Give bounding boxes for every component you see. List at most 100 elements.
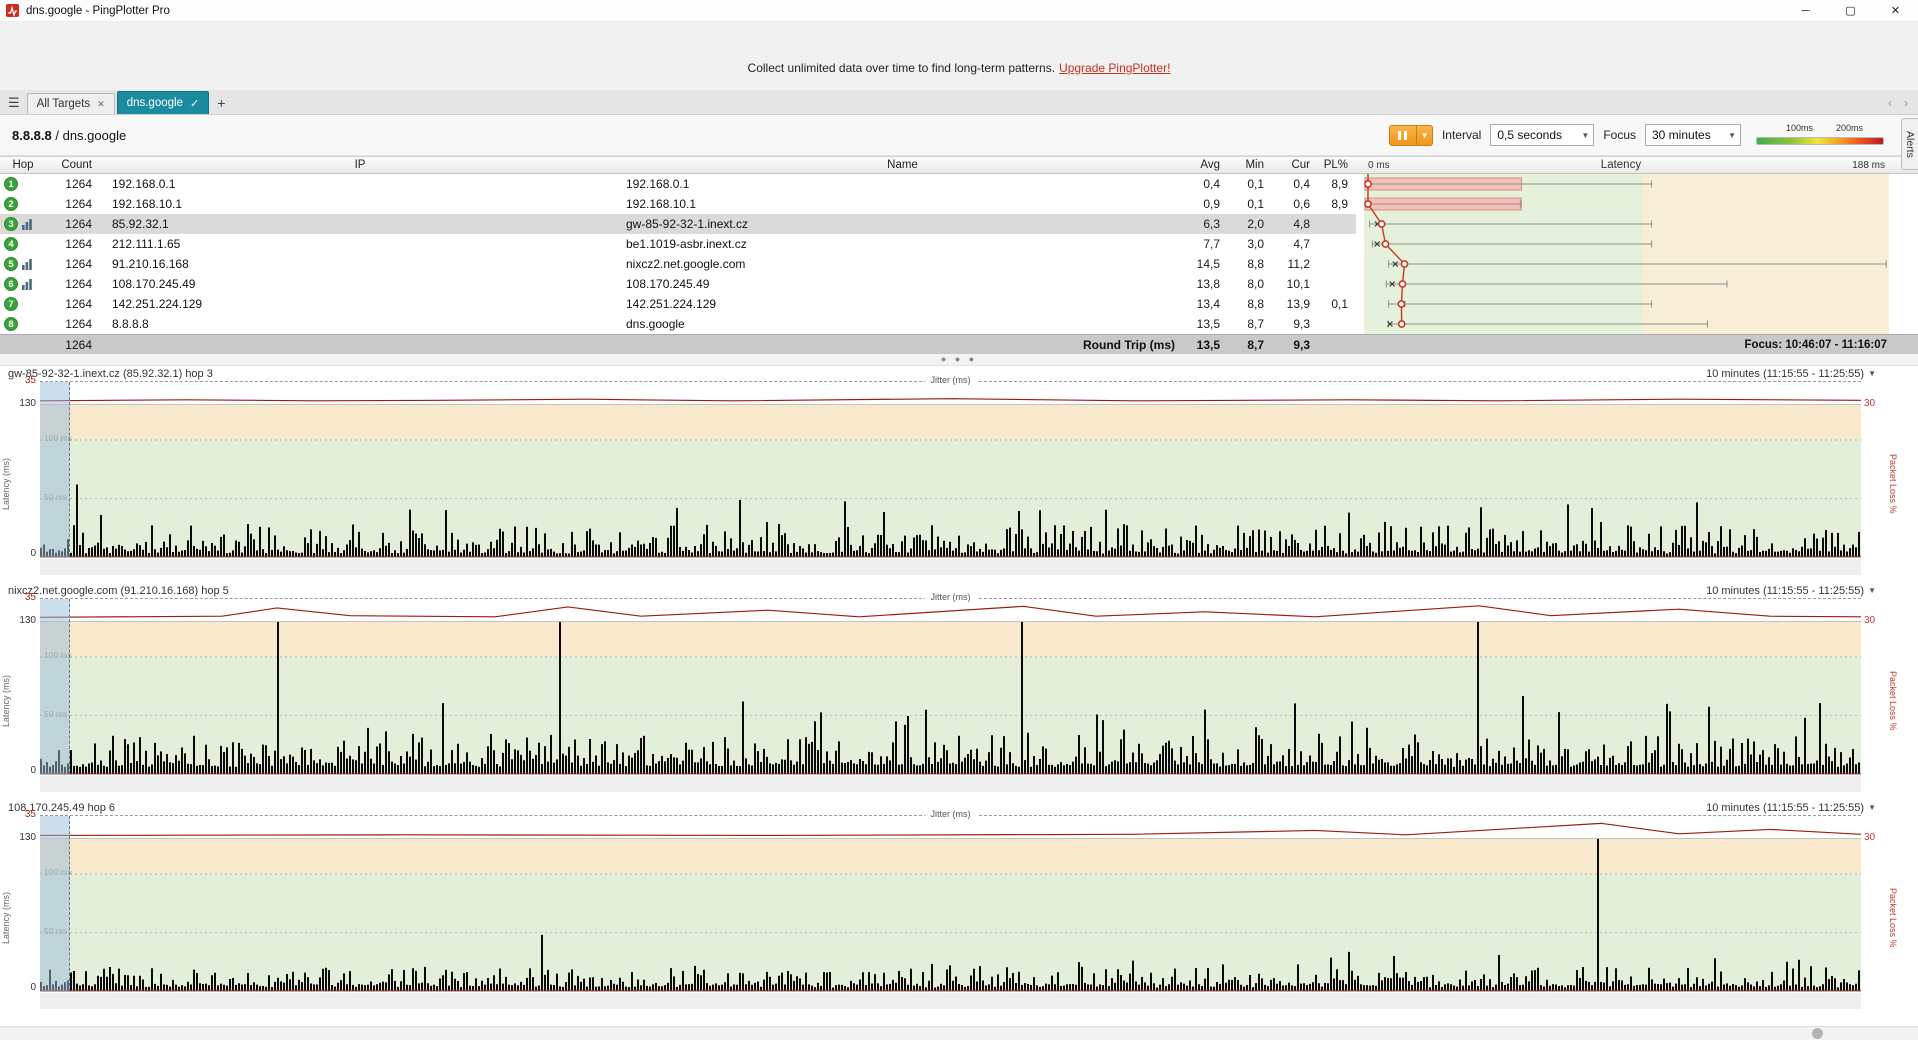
round-trip-cur: 9,3 — [1272, 338, 1318, 352]
interval-select[interactable]: 0,5 seconds ▼ — [1490, 124, 1594, 146]
maximize-button[interactable]: ▢ — [1828, 0, 1873, 21]
col-min[interactable]: Min — [1228, 159, 1272, 171]
hop-count: 1264 — [46, 297, 100, 311]
horizontal-scrollbar[interactable] — [0, 1026, 1918, 1040]
hop-ip: 85.92.32.1 — [100, 217, 620, 231]
col-avg[interactable]: Avg — [1185, 159, 1228, 171]
scrollbar-thumb[interactable] — [1812, 1028, 1823, 1039]
hop-ip: 142.251.224.129 — [100, 297, 620, 311]
hop-row[interactable]: 3 1264 85.92.32.1 gw-85-92-32-1.inext.cz… — [0, 214, 1918, 234]
graph-timescale-dropdown[interactable]: 10 minutes (11:15:55 - 11:25:55) ▼ — [1706, 368, 1876, 380]
focus-region[interactable] — [40, 816, 70, 991]
hop-min: 0,1 — [1228, 197, 1272, 211]
jitter-axis-label: Jitter (ms) — [925, 809, 977, 819]
hop-row[interactable]: 5 1264 91.210.16.168 nixcz2.net.google.c… — [0, 254, 1918, 274]
packet-loss-axis-label: Packet Loss % — [1888, 862, 1898, 974]
hop-row[interactable]: 4 1264 212.111.1.65 be1.1019-asbr.inext.… — [0, 234, 1918, 254]
tab-scroll-right-icon[interactable]: › — [1904, 96, 1908, 110]
menu-item[interactable] — [76, 31, 94, 37]
hop-min: 8,0 — [1228, 277, 1272, 291]
hop-cur: 9,3 — [1272, 317, 1318, 331]
time-axis — [40, 776, 1861, 792]
hop-ip: 212.111.1.65 — [100, 237, 620, 251]
graph-title: nixcz2.net.google.com (91.210.16.168) ho… — [8, 585, 229, 597]
menu-item[interactable] — [4, 31, 22, 37]
pause-dropdown-icon[interactable]: ▼ — [1417, 125, 1433, 146]
packet-loss-max-label: 30 — [1864, 398, 1884, 409]
graph-timescale-value: 10 minutes (11:15:55 - 11:25:55) — [1706, 802, 1864, 814]
col-count[interactable]: Count — [46, 159, 100, 171]
graph-timescale-dropdown[interactable]: 10 minutes (11:15:55 - 11:25:55) ▼ — [1706, 585, 1876, 597]
latency-timeline-plot[interactable]: 100 ms 50 ms — [40, 404, 1861, 558]
latency-axis-label: Latency (ms) — [1, 858, 11, 978]
hop-row[interactable]: 8 1264 8.8.8.8 dns.google 13,5 8,7 9,3 — [0, 314, 1918, 334]
hop-number-badge: 5 — [4, 257, 18, 271]
timeline-graph-panel: 108.170.245.49 hop 6 10 minutes (11:15:5… — [0, 800, 1918, 1017]
hop-avg: 6,3 — [1185, 217, 1228, 231]
col-cur[interactable]: Cur — [1272, 159, 1318, 171]
new-tab-button[interactable]: + — [211, 95, 233, 114]
hop-packet-loss: 0,1 — [1318, 297, 1356, 311]
tab-dns-google[interactable]: dns.google ✓ — [117, 91, 210, 114]
tab-all-targets[interactable]: All Targets ✕ — [27, 93, 115, 114]
jitter-axis-label: Jitter (ms) — [925, 375, 977, 385]
tab-menu-icon[interactable]: ☰ — [6, 95, 27, 114]
splitter-handle[interactable]: ● ● ● — [0, 354, 1918, 366]
col-latency[interactable]: 0 ms Latency 188 ms — [1364, 159, 1889, 171]
round-trip-min: 8,7 — [1228, 338, 1272, 352]
graph-timescale-dropdown[interactable]: 10 minutes (11:15:55 - 11:25:55) ▼ — [1706, 802, 1876, 814]
interval-value: 0,5 seconds — [1497, 128, 1578, 142]
col-hop[interactable]: Hop — [0, 159, 46, 171]
hop-name: be1.1019-asbr.inext.cz — [620, 237, 1185, 251]
hop-count: 1264 — [46, 197, 100, 211]
focus-select[interactable]: 30 minutes ▼ — [1645, 124, 1741, 146]
focus-range-text: Focus: 10:46:07 - 11:16:07 — [1364, 339, 1889, 351]
minimize-button[interactable]: ─ — [1783, 0, 1828, 21]
target-name: / dns.google — [52, 128, 126, 143]
jitter-max-label: 35 — [12, 375, 36, 386]
close-button[interactable]: ✕ — [1873, 0, 1918, 21]
menu-item[interactable] — [94, 31, 112, 37]
hop-min: 2,0 — [1228, 217, 1272, 231]
legend-gradient-bar — [1756, 137, 1884, 145]
latency-scale-max: 188 ms — [1852, 160, 1885, 171]
focus-region[interactable] — [40, 382, 70, 557]
col-ip[interactable]: IP — [100, 159, 620, 171]
hop-chart-icon[interactable] — [22, 259, 32, 270]
alerts-side-tab[interactable]: Alerts — [1901, 118, 1918, 170]
jitter-axis-label: Jitter (ms) — [925, 592, 977, 602]
target-ip: 8.8.8.8 — [12, 128, 52, 143]
tab-all-targets-label: All Targets — [37, 98, 90, 110]
hop-row[interactable]: 1 1264 192.168.0.1 192.168.0.1 0,4 0,1 0… — [0, 174, 1918, 194]
time-axis — [40, 993, 1861, 1009]
hop-number-badge: 3 — [4, 217, 18, 231]
legend-200ms-label: 200ms — [1836, 123, 1863, 133]
upgrade-link[interactable]: Upgrade PingPlotter! — [1059, 61, 1170, 75]
menu-item[interactable] — [40, 31, 58, 37]
hop-chart-icon[interactable] — [22, 219, 32, 230]
hop-row[interactable]: 2 1264 192.168.10.1 192.168.10.1 0,9 0,1… — [0, 194, 1918, 214]
hop-count: 1264 — [46, 237, 100, 251]
latency-axis-label: Latency (ms) — [1, 424, 11, 544]
hop-chart-icon[interactable] — [22, 279, 32, 290]
latency-timeline-plot[interactable]: 100 ms 50 ms — [40, 838, 1861, 992]
hop-name: dns.google — [620, 317, 1185, 331]
latency-min-label: 0 — [12, 982, 36, 993]
col-name[interactable]: Name — [620, 159, 1185, 171]
hop-row[interactable]: 6 1264 108.170.245.49 108.170.245.49 13,… — [0, 274, 1918, 294]
hop-count: 1264 — [46, 217, 100, 231]
tab-scroll-left-icon[interactable]: ‹ — [1888, 96, 1892, 110]
hop-row[interactable]: 7 1264 142.251.224.129 142.251.224.129 1… — [0, 294, 1918, 314]
col-pl[interactable]: PL% — [1318, 159, 1356, 171]
hop-ip: 192.168.0.1 — [100, 177, 620, 191]
menu-item[interactable] — [22, 31, 40, 37]
jitter-strip: Jitter (ms) — [40, 598, 1861, 621]
banner-text: Collect unlimited data over time to find… — [748, 61, 1055, 75]
jitter-trace — [40, 816, 1861, 838]
pause-button[interactable] — [1389, 125, 1417, 146]
menu-item[interactable] — [58, 31, 76, 37]
graph-timescale-value: 10 minutes (11:15:55 - 11:25:55) — [1706, 585, 1864, 597]
focus-region[interactable] — [40, 599, 70, 774]
tab-close-icon[interactable]: ✕ — [97, 99, 105, 110]
latency-timeline-plot[interactable]: 100 ms 50 ms — [40, 621, 1861, 775]
